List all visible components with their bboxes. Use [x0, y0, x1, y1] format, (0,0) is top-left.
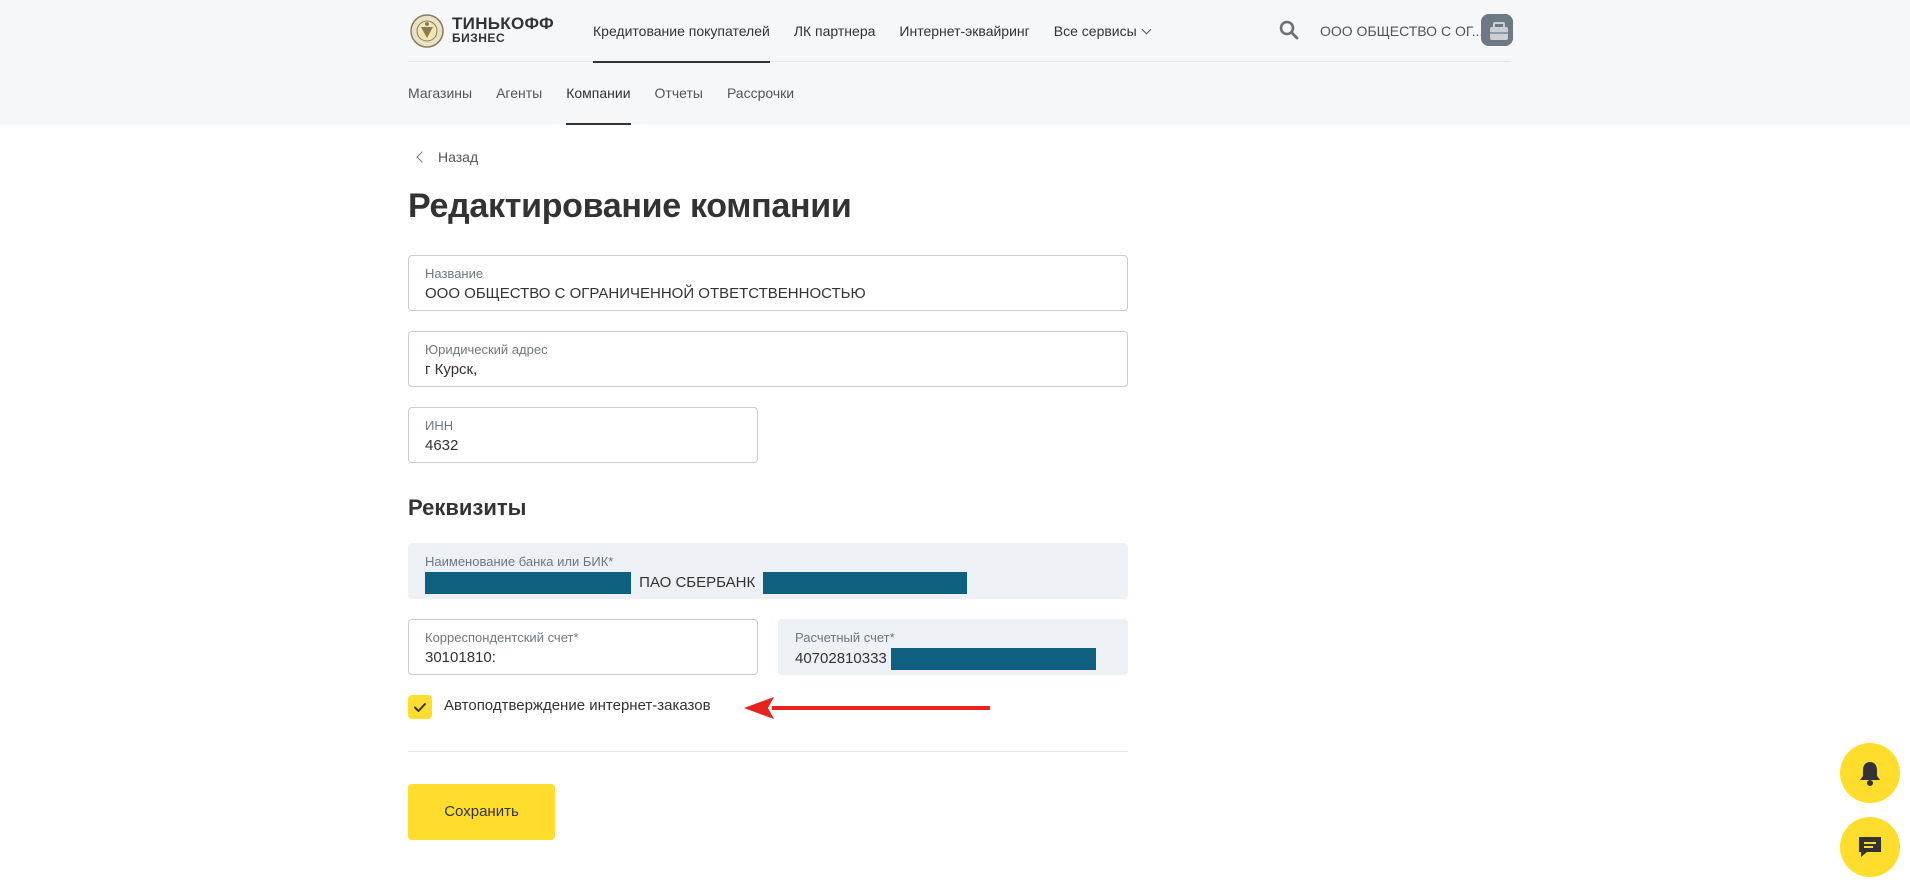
top-nav-label: ЛК партнера — [793, 23, 876, 39]
field-value: 30101810: — [425, 649, 496, 666]
top-bar: ТИНЬКОФФ БИЗНЕС Кредитование покупателей… — [408, 0, 1513, 63]
logo-text: ТИНЬКОФФ БИЗНЕС — [452, 14, 554, 45]
field-label: Корреспондентский счет* — [425, 630, 579, 645]
sub-nav-label: Рассрочки — [726, 85, 795, 101]
legal-address-field[interactable]: Юридический адрес г Курск, — [408, 331, 1128, 387]
back-link[interactable]: Назад — [408, 148, 478, 166]
company-name-field[interactable]: Название ООО ОБЩЕСТВО С ОГРАНИЧЕННОЙ ОТВ… — [408, 255, 1128, 311]
search-icon[interactable] — [1279, 20, 1299, 40]
top-nav: Кредитование покупателей ЛК партнера Инт… — [593, 0, 1174, 63]
field-label: Наименование банка или БИК* — [425, 554, 614, 569]
top-nav-label: Кредитование покупателей — [593, 23, 770, 39]
divider — [408, 751, 1128, 752]
top-nav-item-all-services[interactable]: Все сервисы — [1053, 0, 1152, 62]
bank-name-text: ПАО СБЕРБАНК — [639, 573, 756, 591]
top-nav-label: Интернет-эквайринг — [899, 23, 1030, 39]
organization-name[interactable]: ООО ОБЩЕСТВО С ОГ... — [1320, 0, 1483, 62]
logo-sub-text: БИЗНЕС — [452, 31, 506, 45]
checkmark-icon — [414, 703, 426, 712]
page-title: Редактирование компании — [408, 187, 852, 225]
settlement-account-text: 40702810333 — [795, 649, 887, 667]
top-nav-item-internet-acquiring[interactable]: Интернет-эквайринг — [899, 0, 1029, 62]
organization-avatar[interactable] — [1481, 14, 1513, 46]
sub-nav-label: Магазины — [408, 85, 473, 101]
field-value: 4632 — [425, 437, 459, 454]
logo-emblem-icon — [410, 14, 444, 48]
bell-icon — [1860, 762, 1880, 786]
sub-nav-label: Компании — [566, 85, 631, 101]
redaction-block — [763, 572, 968, 594]
sub-nav-label: Отчеты — [654, 85, 703, 101]
chat-button[interactable] — [1840, 817, 1900, 877]
sub-nav-item-shops[interactable]: Магазины — [408, 62, 472, 125]
field-label: Название — [425, 266, 484, 281]
field-value-row: ПАО СБЕРБАНК — [425, 572, 968, 594]
inn-field[interactable]: ИНН 4632 — [408, 407, 758, 463]
logo-main-text: ТИНЬКОФФ — [452, 14, 554, 33]
header: ТИНЬКОФФ БИЗНЕС Кредитование покупателей… — [0, 0, 1910, 125]
redaction-block — [425, 572, 631, 594]
top-nav-label: Все сервисы — [1053, 23, 1137, 39]
logo[interactable]: ТИНЬКОФФ БИЗНЕС — [408, 14, 554, 48]
correspondent-account-field[interactable]: Корреспондентский счет* 30101810: — [408, 619, 758, 675]
top-nav-item-partner-account[interactable]: ЛК партнера — [794, 0, 876, 62]
field-value: ООО ОБЩЕСТВО С ОГРАНИЧЕННОЙ ОТВЕТСТВЕННО… — [425, 285, 866, 302]
save-button[interactable]: Сохранить — [408, 784, 555, 840]
top-nav-item-customer-credit[interactable]: Кредитование покупателей — [593, 0, 770, 63]
requisites-title: Реквизиты — [408, 495, 527, 520]
chat-icon — [1859, 837, 1881, 857]
back-label: Назад — [438, 149, 479, 165]
chevron-down-icon — [1141, 24, 1152, 35]
field-value: г Курск, — [425, 361, 478, 378]
field-label: ИНН — [425, 418, 454, 433]
sub-nav: Магазины Агенты Компании Отчеты Рассрочк… — [408, 62, 818, 125]
sub-nav-item-installments[interactable]: Рассрочки — [727, 62, 794, 125]
sub-nav-item-companies[interactable]: Компании — [566, 62, 631, 125]
bank-name-field[interactable]: Наименование банка или БИК* ПАО СБЕРБАНК — [408, 543, 1128, 599]
field-label: Расчетный счет* — [795, 630, 895, 645]
sub-nav-label: Агенты — [496, 85, 543, 101]
annotation-arrow-icon — [744, 697, 990, 719]
auto-confirm-label[interactable]: Автоподтверждение интернет-заказов — [444, 697, 711, 714]
briefcase-icon — [1481, 14, 1513, 46]
field-value-row: 40702810333 — [795, 648, 1096, 670]
field-label: Юридический адрес — [425, 342, 548, 357]
sub-nav-item-reports[interactable]: Отчеты — [655, 62, 703, 125]
settlement-account-field[interactable]: Расчетный счет* 40702810333 — [778, 619, 1128, 675]
redaction-block — [890, 648, 1096, 670]
auto-confirm-checkbox[interactable] — [408, 695, 432, 719]
sub-nav-item-agents[interactable]: Агенты — [496, 62, 542, 125]
notifications-button[interactable] — [1840, 743, 1900, 803]
back-chevron-icon — [416, 151, 428, 163]
header-inner: ТИНЬКОФФ БИЗНЕС Кредитование покупателей… — [408, 0, 1513, 125]
